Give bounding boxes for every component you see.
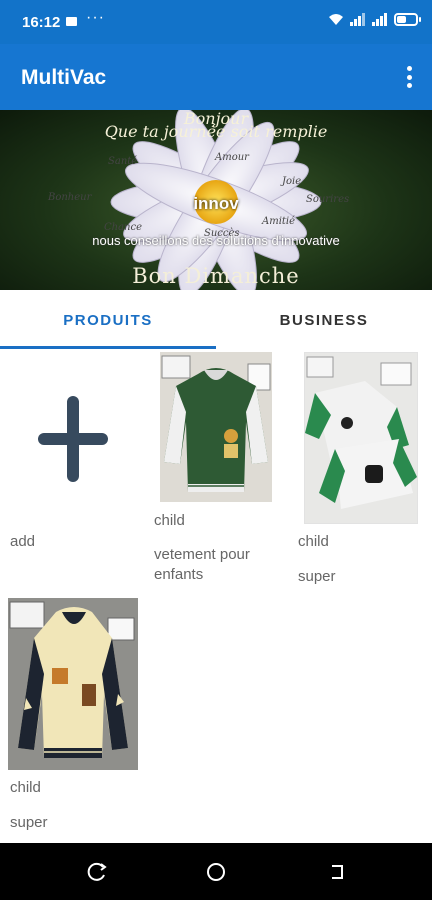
signal-icon <box>350 13 365 26</box>
product-description: super <box>10 814 48 831</box>
tab-business[interactable]: BUSINESS <box>216 290 432 350</box>
battery-icon <box>394 13 421 26</box>
home-icon[interactable] <box>205 861 227 883</box>
tab-bar: PRODUITS BUSINESS <box>0 290 432 350</box>
product-title: child <box>10 779 41 796</box>
message-icon <box>66 17 77 26</box>
wifi-icon <box>329 14 343 25</box>
app-title: MultiVac <box>21 66 107 89</box>
back-icon[interactable] <box>326 861 348 883</box>
product-description: vetement pour enfants <box>154 546 250 583</box>
tab-produits[interactable]: PRODUITS <box>0 290 216 350</box>
banner-image[interactable]: Bonjour Que ta journée soit remplie Sant… <box>0 110 432 290</box>
petal-word: Bonheur <box>48 192 92 203</box>
product-title: child <box>298 533 329 550</box>
petal-word: Joie <box>282 176 302 187</box>
product-card[interactable]: child super <box>0 598 144 838</box>
more-notifications-icon: ··· <box>86 9 105 26</box>
system-navigation-bar <box>0 843 432 900</box>
petal-word: Amitié <box>262 216 296 227</box>
plus-icon[interactable] <box>38 396 108 482</box>
product-title: child <box>154 512 185 529</box>
status-bar: 16:12 ··· <box>0 0 432 44</box>
petal-word: Sourires <box>306 194 350 205</box>
banner-subtitle: Que ta journée soit remplie <box>104 122 328 141</box>
product-image <box>304 352 418 524</box>
product-description: super <box>298 568 336 585</box>
banner-caption: nous conseillons des solutions d'innovat… <box>92 233 340 248</box>
product-image <box>160 352 272 502</box>
overflow-menu-icon[interactable] <box>404 66 414 88</box>
banner-footer: Bon Dimanche <box>132 264 300 288</box>
app-bar: MultiVac <box>0 44 432 110</box>
product-title: add <box>10 533 36 550</box>
petal-word: Santé <box>108 156 138 167</box>
product-card[interactable]: child super <box>288 352 432 592</box>
petal-word: Chance <box>104 222 143 233</box>
add-product-card[interactable]: add <box>0 352 144 572</box>
recent-apps-icon[interactable] <box>86 861 108 883</box>
banner-brand: innov <box>193 194 239 213</box>
tab-indicator <box>0 346 216 349</box>
petal-word: Amour <box>215 152 249 163</box>
signal-icon-2 <box>372 13 387 26</box>
product-image <box>8 598 138 770</box>
product-card[interactable]: child vetement pour enfants <box>144 352 288 592</box>
status-time: 16:12 <box>22 14 61 31</box>
